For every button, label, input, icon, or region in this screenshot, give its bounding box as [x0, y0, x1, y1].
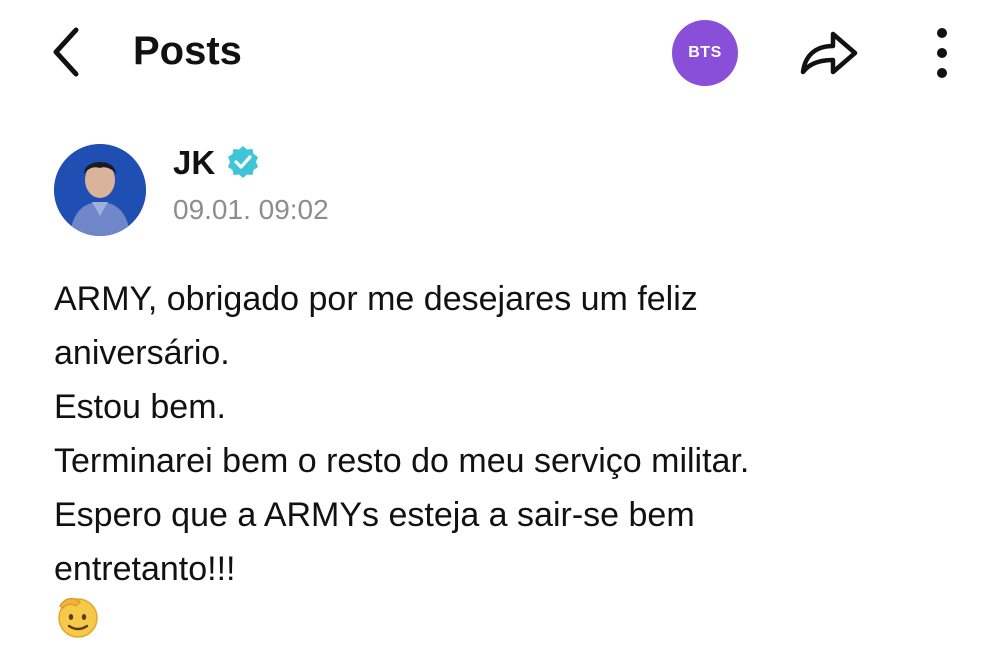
verified-badge-icon	[228, 146, 258, 178]
share-arrow-icon	[800, 31, 858, 75]
post-timestamp: 09.01. 09:02	[173, 194, 329, 225]
community-badge-label: BTS	[688, 44, 722, 61]
post-body: ARMY, obrigado por me desejares um feliz…	[54, 272, 974, 596]
share-button[interactable]	[793, 22, 865, 84]
avatar-portrait-icon	[54, 144, 146, 236]
post-text-line: Espero que a ARMYs esteja a sair-se bem	[54, 496, 695, 534]
chevron-left-icon	[53, 27, 79, 77]
post-text-line: ARMY, obrigado por me desejares um feliz	[54, 280, 698, 318]
saluting-face-icon	[58, 597, 98, 638]
post-text-line: Estou bem.	[54, 388, 226, 426]
page-title: Posts	[133, 29, 242, 73]
back-button[interactable]	[36, 22, 96, 82]
community-badge-button[interactable]: BTS	[672, 20, 738, 86]
avatar[interactable]	[54, 144, 146, 236]
post-author: JK 09.01. 09:02	[0, 130, 1000, 250]
post-text-line: Terminarei bem o resto do meu serviço mi…	[54, 442, 750, 480]
post-detail-screen: Posts BTS JK 09.01. 09:02 ARMY, obrigado…	[0, 0, 1000, 666]
more-vertical-icon	[937, 28, 947, 78]
top-bar: Posts BTS	[0, 0, 1000, 110]
more-options-button[interactable]	[918, 22, 966, 84]
author-name[interactable]: JK	[173, 142, 215, 184]
post-text-line: aniversário.	[54, 334, 230, 372]
post-text-line: entretanto!!!	[54, 550, 236, 588]
